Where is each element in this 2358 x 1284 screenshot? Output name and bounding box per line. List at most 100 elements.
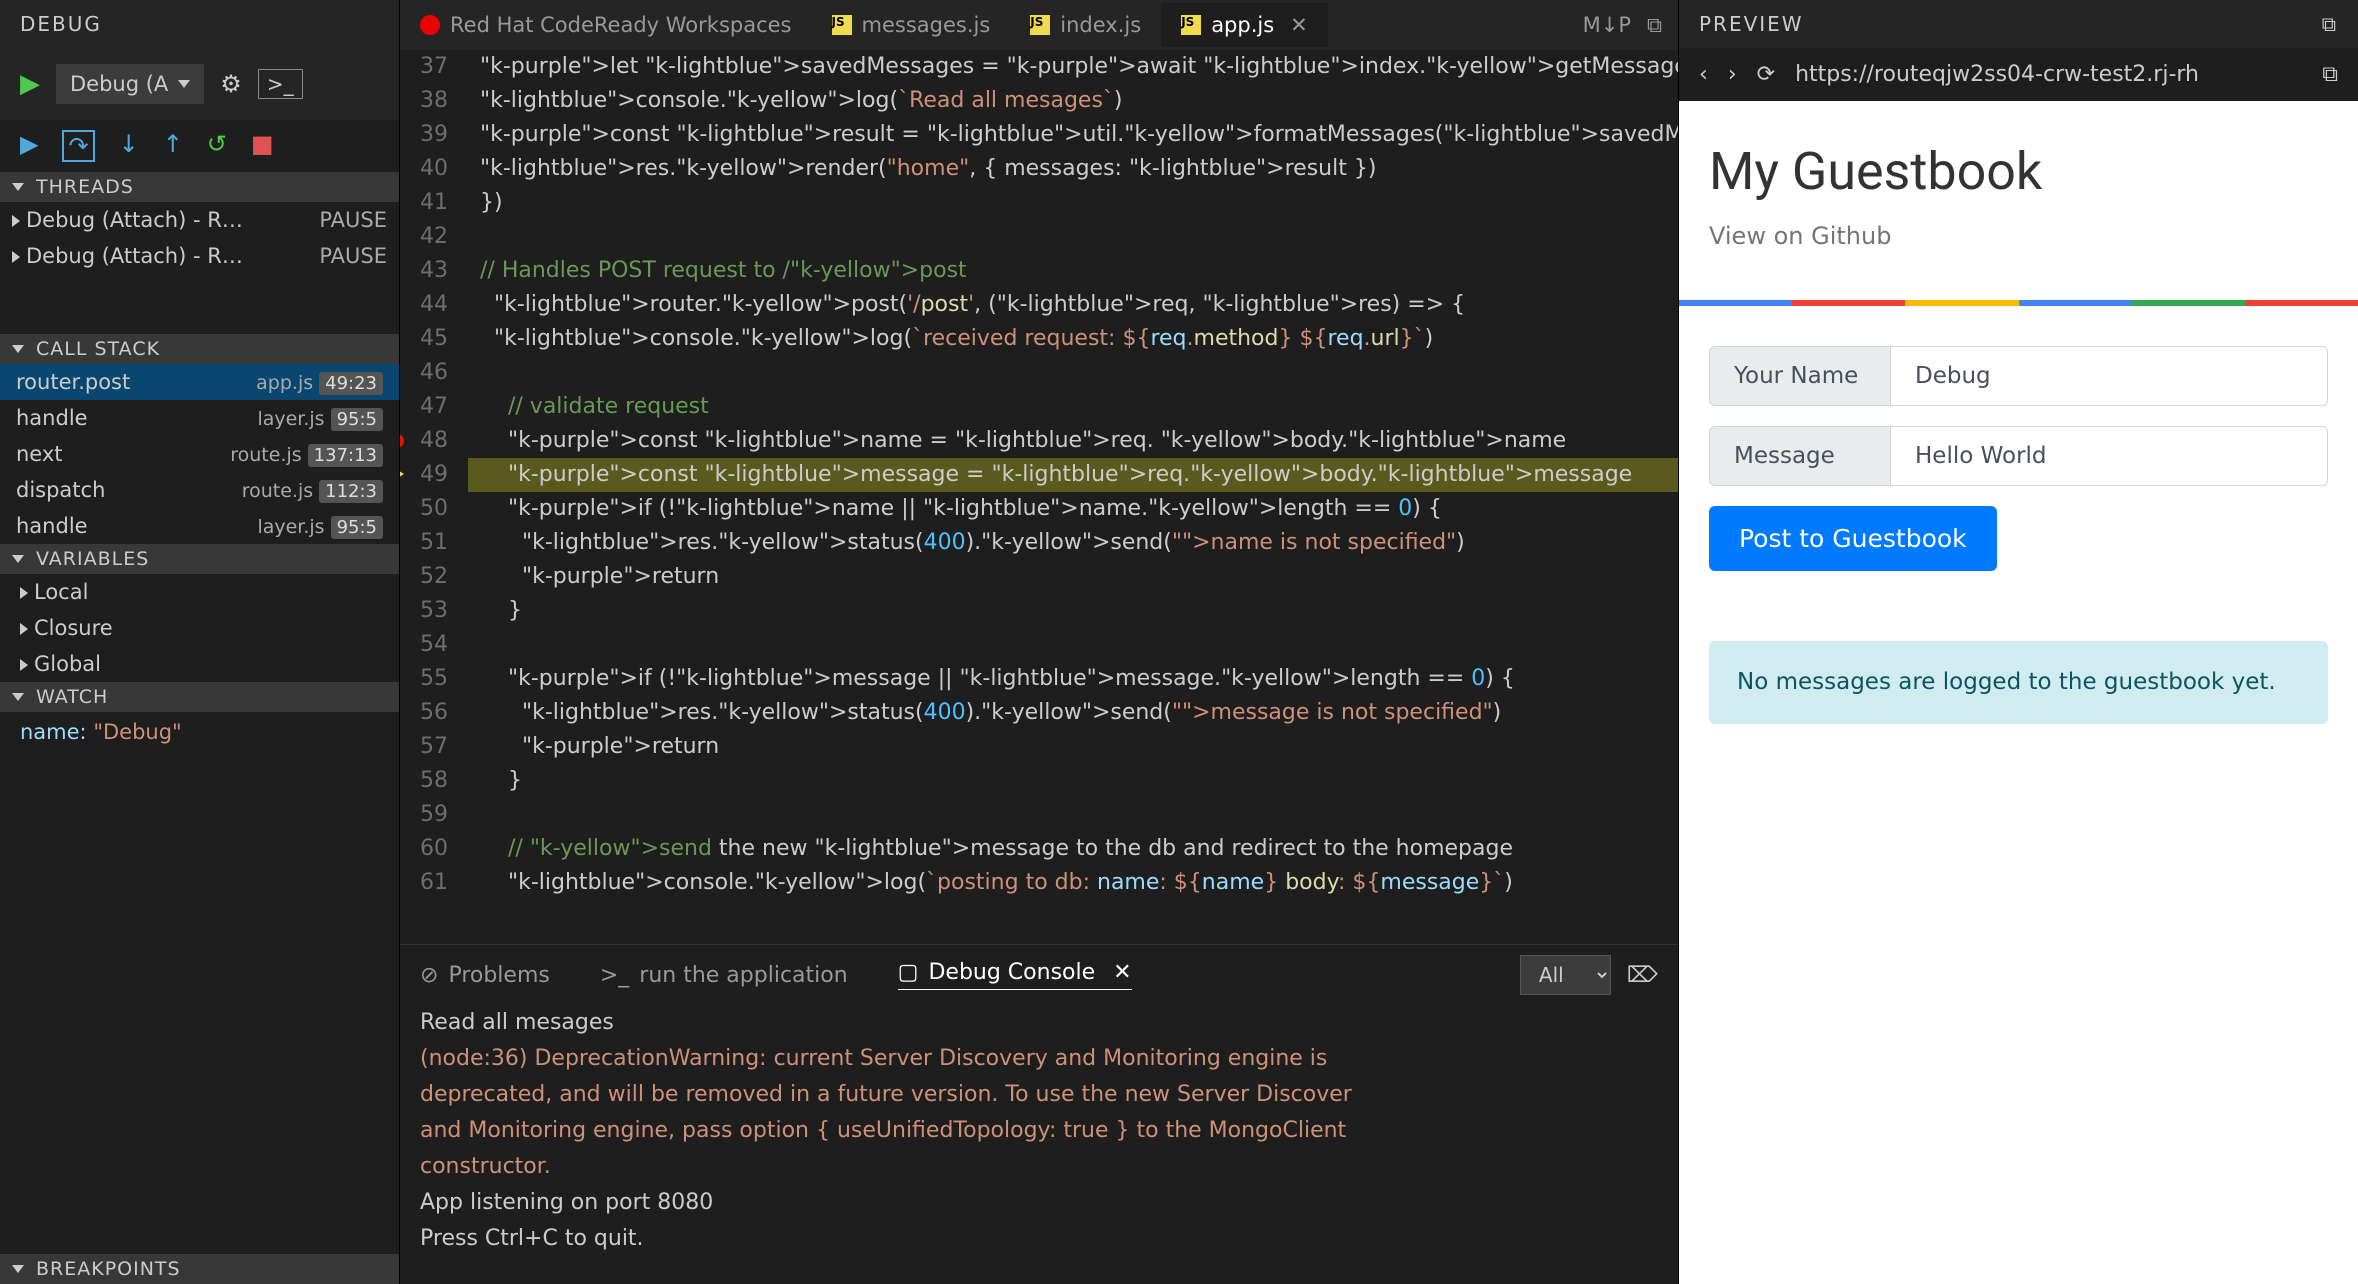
editor-tab[interactable]: Red Hat CodeReady Workspaces bbox=[400, 3, 812, 47]
line-number[interactable]: 51 bbox=[420, 526, 448, 560]
markdown-preview-icon[interactable]: M↓P bbox=[1583, 13, 1631, 38]
line-number[interactable]: 43 bbox=[420, 254, 448, 288]
line-number[interactable]: 57 bbox=[420, 730, 448, 764]
gear-icon[interactable]: ⚙ bbox=[220, 70, 242, 98]
code-line[interactable]: "k-purple">const "k-lightblue">result = … bbox=[468, 118, 1678, 152]
variable-scope[interactable]: Global bbox=[0, 646, 399, 682]
nav-back-icon[interactable]: ‹ bbox=[1699, 62, 1708, 87]
post-button[interactable]: Post to Guestbook bbox=[1709, 506, 1997, 571]
terminal-icon[interactable]: >_ bbox=[258, 69, 303, 99]
threads-header[interactable]: THREADS bbox=[0, 172, 399, 202]
line-number[interactable]: 40 bbox=[420, 152, 448, 186]
line-number[interactable]: 48 bbox=[420, 424, 448, 458]
line-number[interactable]: 37 bbox=[420, 50, 448, 84]
open-icon[interactable]: ⧉ bbox=[2322, 62, 2338, 87]
code-line[interactable]: }) bbox=[468, 186, 1678, 220]
line-number[interactable]: 53 bbox=[420, 594, 448, 628]
line-number[interactable]: 41 bbox=[420, 186, 448, 220]
thread-item[interactable]: Debug (Attach) - R…PAUSE bbox=[0, 238, 399, 274]
line-number[interactable]: 47 bbox=[420, 390, 448, 424]
code-line[interactable]: // validate request bbox=[468, 390, 1678, 424]
variable-scope[interactable]: Local bbox=[0, 574, 399, 610]
code-line[interactable]: "k-lightblue">res."k-yellow">status(400)… bbox=[468, 526, 1678, 560]
code-line[interactable] bbox=[468, 798, 1678, 832]
code-line[interactable]: "k-lightblue">console."k-yellow">log(`po… bbox=[468, 866, 1678, 900]
watch-item[interactable]: name: "Debug" bbox=[0, 712, 399, 752]
code-line[interactable]: "k-lightblue">res."k-yellow">status(400)… bbox=[468, 696, 1678, 730]
preview-content[interactable]: My Guestbook View on Github Your Name Me… bbox=[1679, 101, 2358, 1284]
watch-header[interactable]: WATCH bbox=[0, 682, 399, 712]
code-line[interactable] bbox=[468, 356, 1678, 390]
split-icon[interactable]: ⧉ bbox=[1647, 13, 1662, 38]
step-out-icon[interactable]: ↑ bbox=[163, 130, 183, 162]
debug-config-select[interactable]: Debug (A bbox=[56, 64, 204, 104]
restart-icon[interactable]: ↺ bbox=[207, 130, 227, 162]
callstack-item[interactable]: router.postapp.js49:23 bbox=[0, 364, 399, 400]
code-line[interactable]: "k-purple">return bbox=[468, 560, 1678, 594]
continue-icon[interactable]: ▶ bbox=[20, 130, 38, 162]
thread-item[interactable]: Debug (Attach) - R…PAUSE bbox=[0, 202, 399, 238]
code-line[interactable] bbox=[468, 220, 1678, 254]
code-line[interactable]: "k-lightblue">console."k-yellow">log(`Re… bbox=[468, 84, 1678, 118]
code-line[interactable]: "k-purple">let "k-lightblue">savedMessag… bbox=[468, 50, 1678, 84]
code-line[interactable]: "k-purple">const "k-lightblue">name = "k… bbox=[468, 424, 1678, 458]
callstack-item[interactable]: nextroute.js137:13 bbox=[0, 436, 399, 472]
nav-forward-icon[interactable]: › bbox=[1728, 62, 1737, 87]
step-into-icon[interactable]: ↓ bbox=[119, 130, 139, 162]
open-external-icon[interactable]: ⧉ bbox=[2322, 12, 2338, 36]
code-line[interactable]: "k-purple">const "k-lightblue">message =… bbox=[468, 458, 1678, 492]
line-number[interactable]: 54 bbox=[420, 628, 448, 662]
preview-url[interactable]: https://routeqjw2ss04-crw-test2.rj-rh bbox=[1795, 62, 2302, 87]
callstack-item[interactable]: dispatchroute.js112:3 bbox=[0, 472, 399, 508]
editor[interactable]: 3738394041424344454647484950515253545556… bbox=[400, 50, 1678, 944]
name-input[interactable] bbox=[1890, 347, 2327, 405]
code-line[interactable]: } bbox=[468, 594, 1678, 628]
nav-reload-icon[interactable]: ⟳ bbox=[1757, 62, 1775, 87]
editor-tab[interactable]: JSindex.js bbox=[1010, 3, 1161, 47]
code-line[interactable]: "k-lightblue">router."k-yellow">post('/p… bbox=[468, 288, 1678, 322]
editor-tab[interactable]: JSapp.js✕ bbox=[1161, 3, 1328, 47]
line-number[interactable]: 42 bbox=[420, 220, 448, 254]
breakpoints-header[interactable]: BREAKPOINTS bbox=[0, 1254, 399, 1284]
line-number[interactable]: 49 bbox=[420, 458, 448, 492]
console-output[interactable]: Read all mesages(node:36) DeprecationWar… bbox=[400, 1005, 1678, 1284]
code-line[interactable]: "k-purple">if (!"k-lightblue">message ||… bbox=[468, 662, 1678, 696]
line-number[interactable]: 44 bbox=[420, 288, 448, 322]
message-input[interactable] bbox=[1890, 427, 2327, 485]
code-line[interactable]: "k-purple">if (!"k-lightblue">name || "k… bbox=[468, 492, 1678, 526]
line-number[interactable]: 46 bbox=[420, 356, 448, 390]
line-number[interactable]: 61 bbox=[420, 866, 448, 900]
close-icon[interactable]: ✕ bbox=[1290, 13, 1308, 37]
debug-start-button[interactable]: ▶ bbox=[20, 69, 40, 99]
line-number[interactable]: 45 bbox=[420, 322, 448, 356]
line-number[interactable]: 59 bbox=[420, 798, 448, 832]
code-line[interactable]: "k-lightblue">res."k-yellow">render("hom… bbox=[468, 152, 1678, 186]
line-number[interactable]: 52 bbox=[420, 560, 448, 594]
callstack-item[interactable]: handlelayer.js95:5 bbox=[0, 508, 399, 544]
run-app-tab[interactable]: >_run the application bbox=[600, 963, 848, 988]
line-number[interactable]: 55 bbox=[420, 662, 448, 696]
close-icon[interactable]: ✕ bbox=[1113, 960, 1131, 985]
variable-scope[interactable]: Closure bbox=[0, 610, 399, 646]
code-line[interactable]: // "k-yellow">send the new "k-lightblue"… bbox=[468, 832, 1678, 866]
github-link[interactable]: View on Github bbox=[1709, 222, 2328, 250]
code-line[interactable]: } bbox=[468, 764, 1678, 798]
editor-tab[interactable]: JSmessages.js bbox=[812, 3, 1011, 47]
line-number[interactable]: 60 bbox=[420, 832, 448, 866]
line-number[interactable]: 38 bbox=[420, 84, 448, 118]
code-line[interactable]: // Handles POST request to /"k-yellow">p… bbox=[468, 254, 1678, 288]
variables-header[interactable]: VARIABLES bbox=[0, 544, 399, 574]
line-number[interactable]: 58 bbox=[420, 764, 448, 798]
code-line[interactable]: "k-purple">return bbox=[468, 730, 1678, 764]
code-line[interactable] bbox=[468, 628, 1678, 662]
step-over-icon[interactable]: ↷ bbox=[62, 130, 94, 162]
line-number[interactable]: 56 bbox=[420, 696, 448, 730]
stop-icon[interactable]: ■ bbox=[251, 130, 274, 162]
callstack-item[interactable]: handlelayer.js95:5 bbox=[0, 400, 399, 436]
debug-console-tab[interactable]: ▢Debug Console✕ bbox=[898, 960, 1132, 990]
line-number[interactable]: 39 bbox=[420, 118, 448, 152]
callstack-header[interactable]: CALL STACK bbox=[0, 334, 399, 364]
problems-tab[interactable]: ⊘Problems bbox=[420, 963, 550, 988]
line-number[interactable]: 50 bbox=[420, 492, 448, 526]
clear-console-icon[interactable]: ⌦ bbox=[1627, 963, 1658, 988]
